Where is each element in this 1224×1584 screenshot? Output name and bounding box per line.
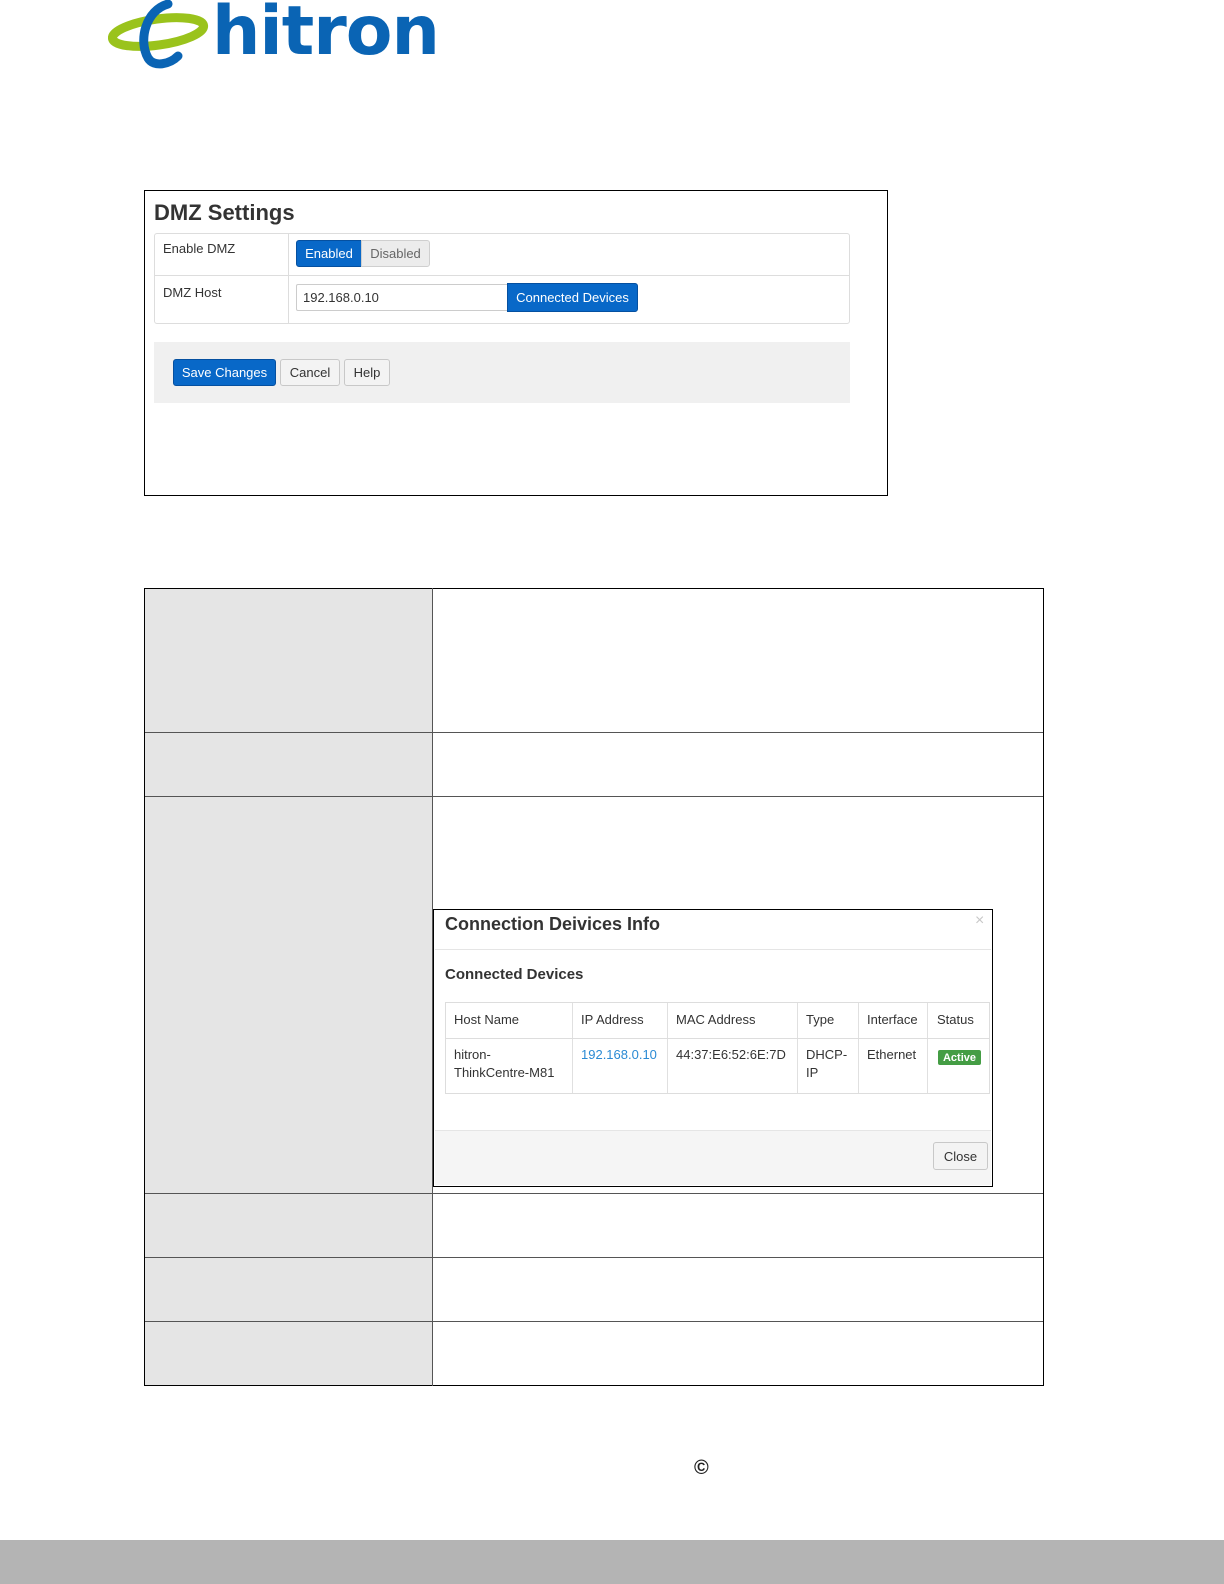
cell-ip-address-link[interactable]: 192.168.0.10 [581,1046,657,1064]
table-label-cell [145,1322,433,1385]
table-column-divider [572,1003,573,1093]
table-header-divider [446,1038,989,1039]
close-icon[interactable]: × [975,912,984,930]
modal-title: Connection Deivices Info [445,914,661,934]
dmz-disabled-toggle[interactable]: Disabled [361,240,430,267]
cell-type-line1: DHCP- [806,1047,848,1062]
table-label-cell [145,1258,433,1321]
close-button[interactable]: Close [933,1142,988,1170]
modal-footer [435,1130,991,1185]
form-row-divider [154,275,850,276]
cancel-button[interactable]: Cancel [280,359,340,386]
status-badge: Active [938,1050,981,1065]
cell-host-name-line1: hitron- [454,1047,491,1062]
column-header-type: Type [806,1012,835,1027]
cell-interface: Ethernet [867,1047,917,1062]
connected-devices-heading: Connected Devices [445,966,584,983]
cell-type-line2: IP [806,1065,819,1080]
save-changes-button[interactable]: Save Changes [173,359,276,386]
column-header-host-name: Host Name [454,1012,520,1027]
column-header-mac-address: MAC Address [676,1012,756,1027]
table-row-divider [145,1257,1043,1258]
help-button[interactable]: Help [344,359,390,386]
modal-header-divider [435,949,991,950]
cell-mac-address: 44:37:E6:52:6E:7D [676,1047,786,1062]
cell-host-name-line2: ThinkCentre-M81 [454,1065,555,1080]
table-label-cell [145,733,433,796]
table-row-divider [145,796,1043,797]
table-label-cell [145,589,433,732]
connected-devices-button[interactable]: Connected Devices [507,283,638,312]
table-row-divider [145,1193,1043,1194]
dmz-enabled-toggle[interactable]: Enabled [296,240,362,267]
page-footer-band [0,1540,1224,1584]
table-column-divider [927,1003,928,1093]
table-column-divider [667,1003,668,1093]
table-label-cell [145,1194,433,1257]
column-header-status: Status [937,1012,974,1027]
table-row-divider [145,732,1043,733]
dmz-host-label: DMZ Host [163,285,222,300]
enable-dmz-label: Enable DMZ [163,241,236,256]
table-label-cell [145,797,433,1193]
form-column-divider [288,233,289,324]
dmz-settings-title: DMZ Settings [154,200,295,225]
column-header-interface: Interface [867,1012,918,1027]
logo-wordmark: hitron [212,0,440,71]
table-column-divider [797,1003,798,1093]
copyright-symbol: © [694,1457,709,1479]
table-column-divider [858,1003,859,1093]
table-row-divider [145,1321,1043,1322]
dmz-host-input[interactable]: 192.168.0.10 [296,284,508,311]
column-header-ip-address: IP Address [581,1012,644,1027]
